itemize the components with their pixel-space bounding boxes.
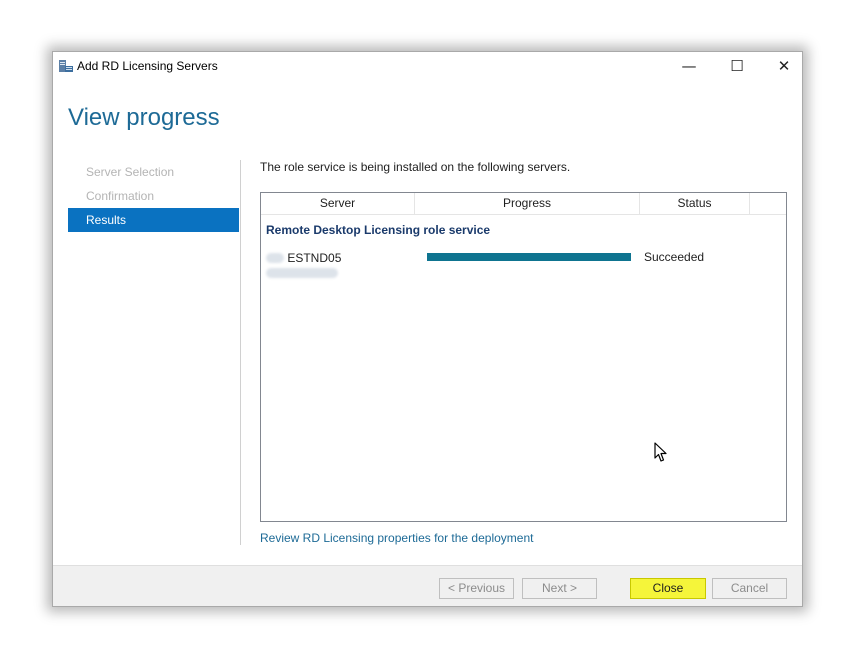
- table-row[interactable]: ESTND05 Succeeded: [261, 247, 786, 278]
- column-header-server[interactable]: Server: [261, 193, 415, 214]
- server-license-icon: [58, 58, 74, 74]
- close-window-button[interactable]: ✕: [761, 52, 802, 80]
- nav-item-server-selection: Server Selection: [86, 165, 175, 179]
- dialog-footer: < Previous Next > Close Cancel: [53, 565, 802, 606]
- dialog-window: Add RD Licensing Servers — ☐ ✕ View prog…: [52, 51, 803, 607]
- table-header: Server Progress Status: [261, 193, 786, 215]
- minimize-button[interactable]: —: [666, 52, 712, 80]
- page-title: View progress: [68, 104, 220, 131]
- table-group-label: Remote Desktop Licensing role service: [266, 223, 491, 237]
- maximize-button[interactable]: ☐: [714, 52, 760, 80]
- cancel-button[interactable]: Cancel: [712, 578, 787, 599]
- column-header-status[interactable]: Status: [640, 193, 750, 214]
- close-button[interactable]: Close: [630, 578, 706, 599]
- next-button[interactable]: Next >: [522, 578, 597, 599]
- progress-bar-fill: [427, 253, 631, 261]
- progress-description: The role service is being installed on t…: [260, 160, 571, 174]
- review-properties-link[interactable]: Review RD Licensing properties for the d…: [260, 531, 533, 545]
- nav-item-confirmation: Confirmation: [86, 189, 155, 203]
- previous-button[interactable]: < Previous: [439, 578, 514, 599]
- nav-item-results[interactable]: Results: [68, 208, 239, 232]
- mouse-cursor-icon: [654, 442, 668, 467]
- window-title: Add RD Licensing Servers: [77, 59, 218, 73]
- progress-bar: [427, 253, 631, 261]
- column-header-progress[interactable]: Progress: [415, 193, 640, 214]
- title-bar[interactable]: Add RD Licensing Servers — ☐ ✕: [53, 52, 802, 80]
- wizard-nav: Server Selection Confirmation Results: [68, 160, 239, 232]
- server-name: ESTND05: [287, 250, 342, 265]
- redacted-text: [266, 252, 284, 263]
- progress-table: Server Progress Status Remote Desktop Li…: [260, 192, 787, 522]
- nav-divider: [240, 160, 241, 545]
- status-cell: Succeeded: [644, 250, 705, 264]
- redacted-text: [266, 267, 338, 278]
- server-cell: ESTND05: [266, 250, 416, 278]
